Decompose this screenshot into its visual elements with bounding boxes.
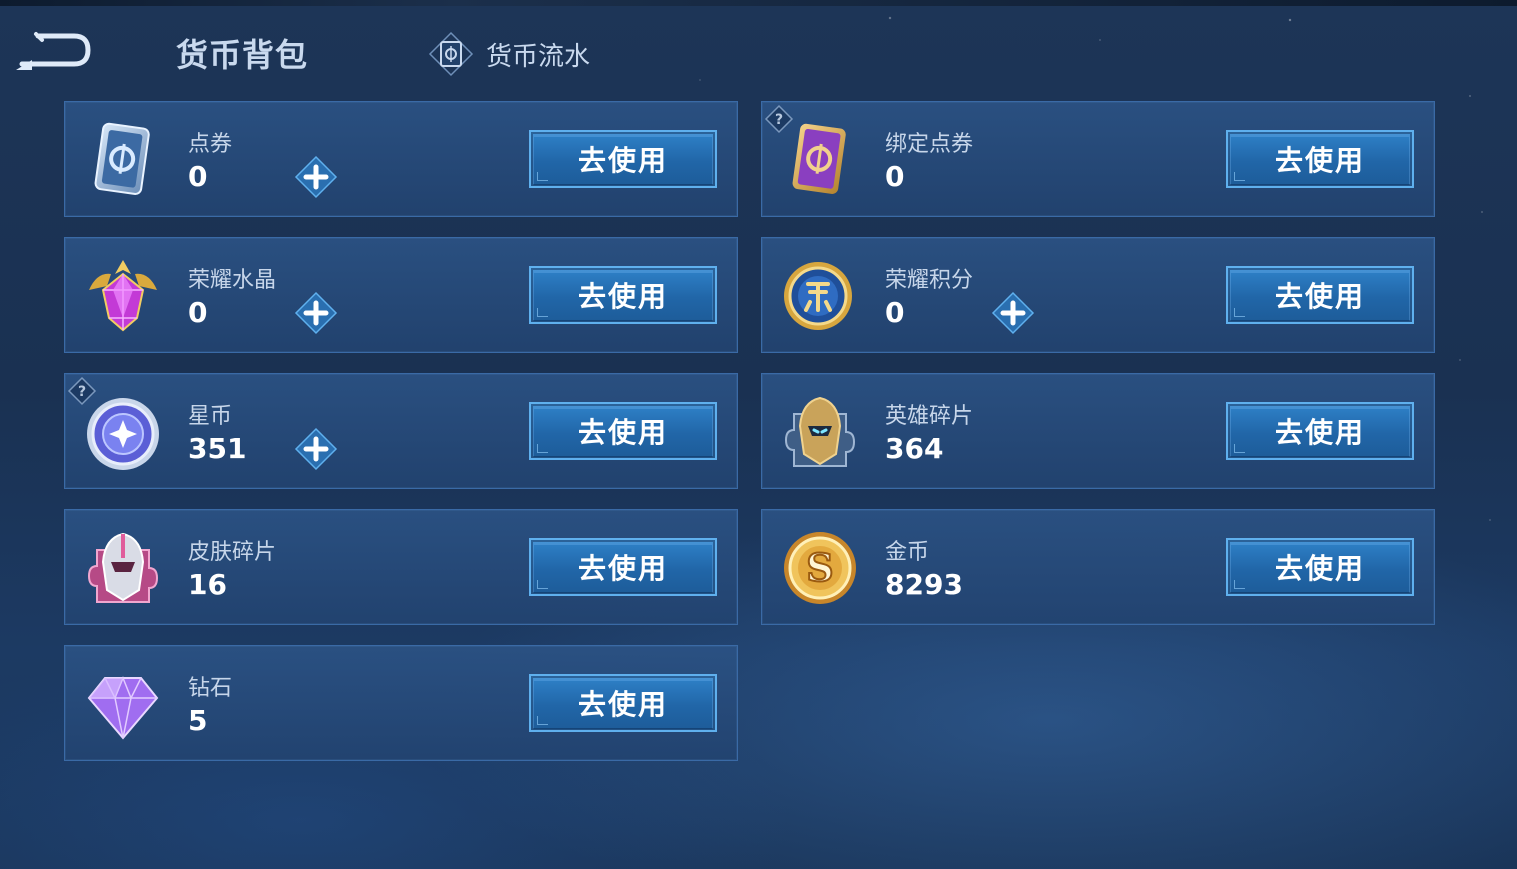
- voucher-card-icon: [94, 122, 150, 195]
- currency-flow-label: 货币流水: [486, 41, 591, 72]
- currency-value: 0: [885, 296, 905, 329]
- currency-flow-tab[interactable]: 货币流水: [428, 31, 591, 77]
- currency-card-diamond: 钻石 5 去使用: [64, 645, 738, 761]
- currency-card-star-coin: ? 星币 351 去使用: [64, 373, 738, 489]
- currency-name: 英雄碎片: [885, 404, 974, 429]
- diamond-icon: [87, 675, 159, 740]
- star-coin-icon: [87, 398, 159, 470]
- currency-value: 8293: [885, 568, 963, 601]
- use-button[interactable]: 去使用: [1226, 402, 1414, 460]
- use-button[interactable]: 去使用: [1226, 130, 1414, 188]
- currency-value: 0: [188, 160, 208, 193]
- back-arrow-icon: [16, 32, 91, 70]
- back-button[interactable]: [12, 30, 94, 76]
- use-button[interactable]: 去使用: [529, 674, 717, 732]
- hero-fragment-icon: [784, 396, 856, 467]
- add-star-coin-button[interactable]: [294, 427, 338, 471]
- use-button[interactable]: 去使用: [1226, 538, 1414, 596]
- use-button[interactable]: 去使用: [1226, 266, 1414, 324]
- use-button[interactable]: 去使用: [529, 130, 717, 188]
- glory-crystal-icon: [89, 260, 157, 332]
- gold-coin-icon: S: [784, 532, 856, 604]
- add-glory-points-button[interactable]: [991, 291, 1035, 335]
- currency-card-skin-fragment: 皮肤碎片 16 去使用: [64, 509, 738, 625]
- currency-name: 荣耀积分: [885, 268, 974, 293]
- currency-value: 0: [188, 296, 208, 329]
- currency-name: 皮肤碎片: [188, 540, 277, 565]
- currency-card-voucher: 点券 0 去使用: [64, 101, 738, 217]
- currency-card-hero-fragment: 英雄碎片 364 去使用: [761, 373, 1435, 489]
- currency-value: 364: [885, 432, 944, 465]
- use-button[interactable]: 去使用: [529, 538, 717, 596]
- currency-card-gold-coin: S 金币 8293 去使用: [761, 509, 1435, 625]
- glory-points-icon: [784, 262, 852, 330]
- currency-name: 钻石: [188, 676, 233, 701]
- use-button[interactable]: 去使用: [529, 402, 717, 460]
- currency-card-glory-crystal: 荣耀水晶 0 去使用: [64, 237, 738, 353]
- currency-name: 点券: [188, 132, 233, 157]
- currency-flow-icon: [428, 31, 474, 77]
- currency-name: 金币: [885, 540, 930, 565]
- currency-name: 星币: [188, 404, 233, 429]
- add-voucher-button[interactable]: [294, 155, 338, 199]
- bound-voucher-card-icon: [792, 123, 846, 194]
- skin-fragment-icon: [87, 532, 159, 603]
- currency-name: 荣耀水晶: [188, 268, 277, 293]
- currency-name: 绑定点券: [885, 132, 974, 157]
- currency-value: 351: [188, 432, 247, 465]
- top-edge: [0, 0, 1517, 6]
- currency-card-glory-points: 荣耀积分 0 去使用: [761, 237, 1435, 353]
- currency-value: 5: [188, 704, 208, 737]
- currency-card-bound-voucher: ? 绑定点券 0 去使用: [761, 101, 1435, 217]
- use-button[interactable]: 去使用: [529, 266, 717, 324]
- currency-value: 0: [885, 160, 905, 193]
- svg-text:S: S: [806, 545, 833, 590]
- add-glory-crystal-button[interactable]: [294, 291, 338, 335]
- currency-value: 16: [188, 568, 227, 601]
- page-title: 货币背包: [176, 36, 309, 74]
